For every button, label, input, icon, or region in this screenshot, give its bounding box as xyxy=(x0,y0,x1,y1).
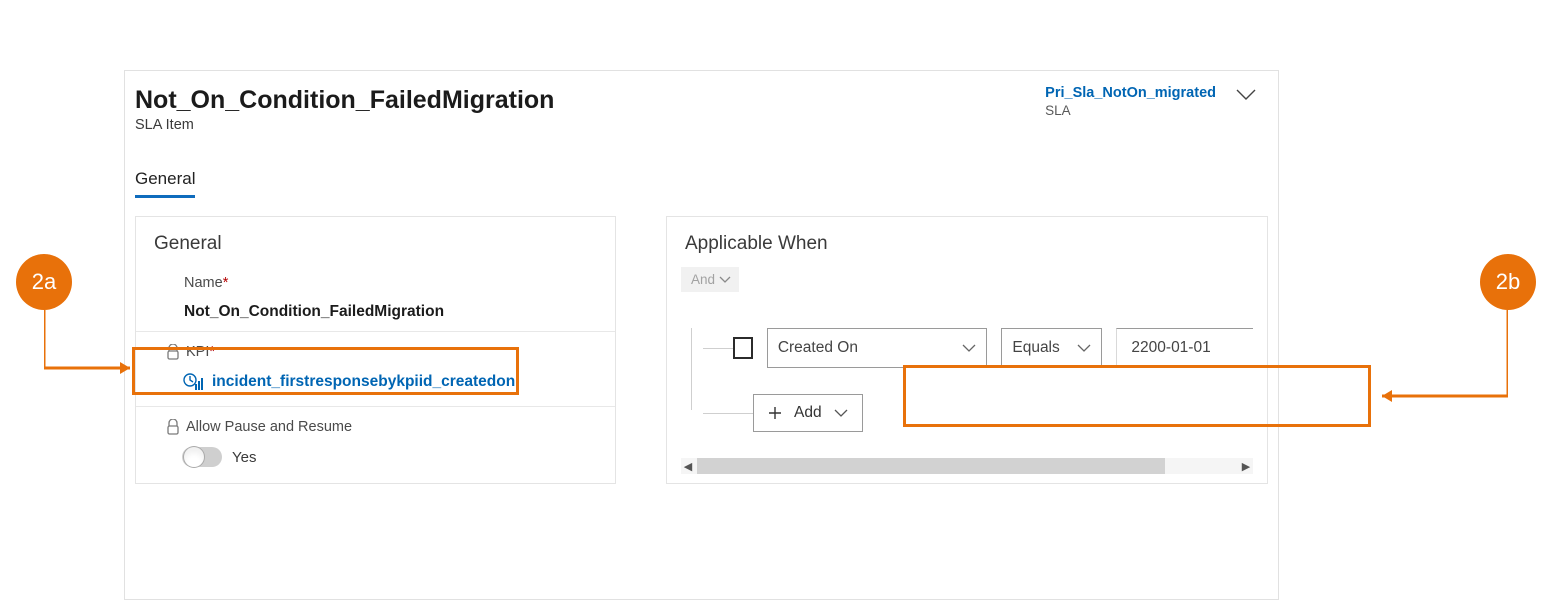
scrollbar-thumb xyxy=(697,458,1165,474)
lock-icon xyxy=(166,419,180,435)
tab-general[interactable]: General xyxy=(135,169,195,198)
lock-icon xyxy=(166,344,180,360)
scroll-right-icon: ▶ xyxy=(1239,460,1253,473)
condition-value-input[interactable]: 2200-01-01 xyxy=(1116,328,1253,368)
field-name-label: Name* xyxy=(136,267,615,293)
group-operator-label: And xyxy=(691,272,715,287)
title-block: Not_On_Condition_FailedMigration SLA Ite… xyxy=(135,85,554,133)
form-header: Not_On_Condition_FailedMigration SLA Ite… xyxy=(125,71,1278,133)
chevron-down-icon xyxy=(962,344,976,353)
callout-2a-badge: 2a xyxy=(16,254,72,310)
field-kpi-label: KPI* xyxy=(136,332,615,366)
callout-2a-arrow xyxy=(44,310,144,382)
kpi-icon xyxy=(182,372,204,392)
callout-2b-badge: 2b xyxy=(1480,254,1536,310)
group-operator-chip[interactable]: And xyxy=(681,267,739,292)
record-form: Not_On_Condition_FailedMigration SLA Ite… xyxy=(124,70,1279,600)
condition-checkbox[interactable] xyxy=(733,337,753,359)
parent-sla-block: Pri_Sla_NotOn_migrated SLA xyxy=(1045,85,1216,118)
parent-sla-link[interactable]: Pri_Sla_NotOn_migrated xyxy=(1045,85,1216,101)
field-kpi-value[interactable]: incident_firstresponsebykpiid_createdon xyxy=(136,366,615,406)
callout-2b-arrow xyxy=(1370,310,1508,406)
toggle-state-label: Yes xyxy=(232,449,256,466)
scroll-left-icon: ◀ xyxy=(681,460,695,473)
header-expand-button[interactable] xyxy=(1236,89,1256,101)
page-title: Not_On_Condition_FailedMigration xyxy=(135,85,554,115)
toggle-track xyxy=(182,447,222,467)
field-allow-pause-label: Allow Pause and Resume xyxy=(136,407,615,441)
condition-field-select[interactable]: Created On xyxy=(767,328,988,368)
chevron-down-icon xyxy=(1077,344,1091,353)
panel-applicable-when: Applicable When And Created On xyxy=(666,216,1268,484)
chevron-down-icon xyxy=(719,276,731,284)
toggle-thumb xyxy=(184,447,204,467)
panel-general: General Name* Not_On_Condition_FailedMig… xyxy=(135,216,616,484)
condition-operator-select[interactable]: Equals xyxy=(1001,328,1102,368)
form-tabs: General xyxy=(135,169,1278,198)
chevron-down-icon xyxy=(834,409,848,418)
chevron-down-icon xyxy=(1236,89,1256,101)
parent-sla-label: SLA xyxy=(1045,103,1216,118)
add-condition-button[interactable]: Add xyxy=(753,394,863,432)
field-name-value[interactable]: Not_On_Condition_FailedMigration xyxy=(136,293,615,331)
panel-applicable-title: Applicable When xyxy=(667,217,1267,267)
entity-label: SLA Item xyxy=(135,117,554,133)
panel-general-title: General xyxy=(136,217,615,267)
plus-icon xyxy=(768,406,782,420)
horizontal-scrollbar[interactable]: ◀ ▶ xyxy=(681,458,1253,474)
allow-pause-toggle[interactable]: Yes xyxy=(182,447,615,467)
tree-connector xyxy=(691,328,692,410)
